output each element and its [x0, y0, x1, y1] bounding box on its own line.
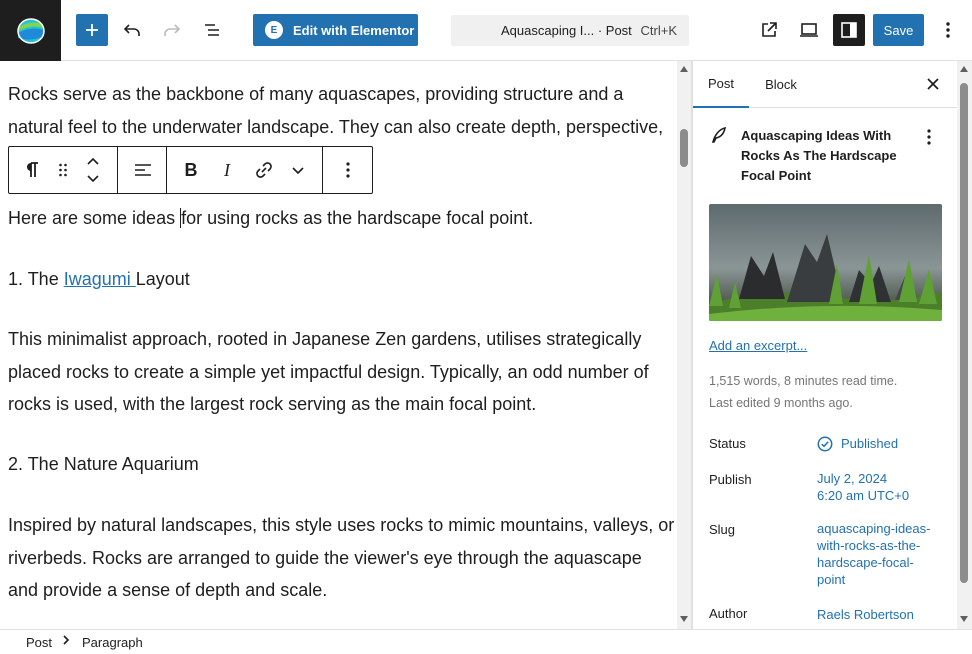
undo-icon — [123, 24, 140, 36]
move-up-down-icon — [87, 157, 99, 183]
link-icon — [256, 162, 272, 178]
editor-scrollbar[interactable] — [677, 61, 692, 629]
post-meta-info: 1,515 words, 8 minutes read time. Last e… — [709, 370, 942, 414]
heading-text: Layout — [135, 269, 190, 289]
scrollbar-thumb[interactable] — [680, 129, 688, 167]
heading-text: 1. The — [8, 269, 64, 289]
align-text-button[interactable] — [129, 147, 157, 193]
move-block-buttons[interactable] — [81, 147, 105, 193]
elementor-icon: E — [265, 21, 283, 39]
redo-icon — [164, 24, 181, 36]
slug-label: Slug — [709, 522, 736, 537]
check-circle-icon — [817, 436, 833, 451]
status-label: Status — [709, 436, 746, 451]
block-options-button[interactable] — [337, 147, 359, 193]
command-palette-bar[interactable]: Aquascaping I... · Post Ctrl+K — [451, 15, 689, 46]
word-count: 1,515 words, 8 minutes read time. — [709, 374, 898, 388]
block-inserter-button[interactable] — [76, 14, 108, 46]
iwagumi-link[interactable]: Iwagumi — [64, 269, 136, 289]
drag-handle[interactable] — [53, 147, 73, 193]
publish-time: 6:20 am UTC+0 — [817, 488, 910, 503]
document-overview-icon — [205, 24, 219, 36]
author-value[interactable]: Raels Robertson — [817, 606, 937, 623]
scrollbar-thumb[interactable] — [960, 83, 968, 583]
scroll-up-arrow[interactable] — [680, 66, 688, 72]
editor-header: E Edit with Elementor Aquascaping I... ·… — [0, 0, 972, 61]
edit-with-elementor-button[interactable]: E Edit with Elementor — [253, 14, 418, 46]
publish-date-value[interactable]: July 2, 2024 6:20 am UTC+0 — [817, 470, 937, 504]
align-left-icon — [135, 164, 151, 176]
more-rich-text-controls[interactable] — [287, 147, 309, 193]
status-text: Published — [841, 436, 899, 451]
document-title: Aquascaping I... · Post — [501, 23, 632, 38]
more-vertical-icon — [927, 129, 931, 145]
publish-date: July 2, 2024 — [817, 471, 888, 486]
undo-button[interactable] — [116, 14, 148, 46]
breadcrumb-post[interactable]: Post — [26, 635, 52, 650]
paragraph-text: for using rocks as the hardscape focal p… — [181, 208, 534, 228]
external-link-icon — [762, 22, 777, 37]
more-vertical-icon — [946, 22, 950, 38]
settings-sidebar: Post Block Aquascaping Ideas With Rocks … — [692, 61, 972, 629]
options-menu-button[interactable] — [932, 14, 964, 46]
heading-block[interactable]: 2. The Nature Aquarium — [8, 448, 676, 481]
tab-block[interactable]: Block — [753, 61, 809, 108]
sidebar-settings-icon — [841, 22, 857, 38]
slug-value[interactable]: aquascaping-ideas-with-rocks-as-the-hard… — [817, 520, 937, 588]
status-value[interactable]: Published — [817, 435, 937, 452]
post-actions-button[interactable] — [917, 125, 941, 149]
paragraph-block[interactable]: This minimalist approach, rooted in Japa… — [8, 323, 676, 421]
bold-button[interactable]: B — [179, 147, 203, 193]
site-logo-icon[interactable] — [0, 0, 61, 61]
sidebar-tabs: Post Block — [693, 61, 958, 108]
preview-desktop-icon — [800, 23, 818, 37]
last-edited: Last edited 9 months ago. — [709, 396, 853, 410]
close-icon — [927, 78, 939, 90]
keyboard-shortcut: Ctrl+K — [640, 23, 677, 38]
preview-button[interactable] — [793, 14, 825, 46]
elementor-button-label: Edit with Elementor — [293, 22, 415, 38]
scroll-up-arrow[interactable] — [960, 66, 968, 72]
publish-label: Publish — [709, 472, 752, 487]
block-breadcrumb: Post Paragraph — [0, 629, 972, 654]
paragraph-block[interactable]: Here are some ideas for using rocks as t… — [8, 202, 676, 235]
post-type-icon — [709, 125, 729, 145]
redo-button[interactable] — [156, 14, 188, 46]
paragraph-transform-button[interactable] — [19, 147, 45, 193]
scroll-down-arrow[interactable] — [680, 616, 688, 622]
view-post-button[interactable] — [753, 14, 785, 46]
block-toolbar: B I — [8, 146, 373, 194]
featured-image[interactable] — [709, 204, 942, 321]
save-button[interactable]: Save — [873, 14, 924, 46]
document-overview-button[interactable] — [196, 14, 228, 46]
paragraph-block[interactable]: Inspired by natural landscapes, this sty… — [8, 509, 676, 607]
chevron-down-icon — [292, 167, 304, 175]
post-title: Aquascaping Ideas With Rocks As The Hard… — [741, 128, 897, 183]
chevron-right-icon — [62, 634, 70, 649]
close-sidebar-button[interactable] — [921, 72, 945, 96]
heading-block[interactable]: 1. The Iwagumi Layout — [8, 263, 676, 296]
editor-canvas[interactable]: Rocks serve as the backbone of many aqua… — [0, 61, 692, 629]
drag-handle-icon — [59, 163, 67, 177]
scroll-down-arrow[interactable] — [960, 616, 968, 622]
link-button[interactable] — [251, 147, 277, 193]
settings-sidebar-toggle[interactable] — [833, 14, 865, 46]
author-label: Author — [709, 606, 748, 621]
paragraph-text: Here are some ideas — [8, 208, 181, 228]
plus-icon — [86, 24, 98, 36]
add-excerpt-link[interactable]: Add an excerpt... — [709, 338, 807, 353]
tab-post[interactable]: Post — [693, 61, 749, 108]
sidebar-scrollbar[interactable] — [957, 61, 972, 629]
breadcrumb-paragraph[interactable]: Paragraph — [82, 635, 143, 650]
paragraph-block[interactable]: Rocks serve as the backbone of many aqua… — [8, 78, 676, 143]
italic-button[interactable]: I — [215, 147, 239, 193]
options-icon — [346, 162, 350, 178]
paragraph-icon — [27, 162, 38, 177]
